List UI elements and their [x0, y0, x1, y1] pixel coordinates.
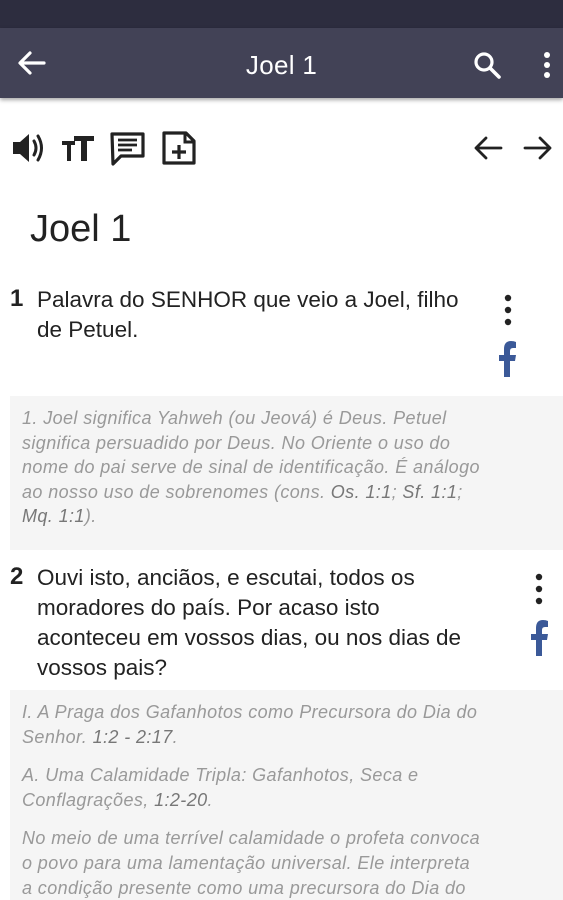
verse-more-icon[interactable]: [532, 572, 546, 606]
previous-chapter-icon[interactable]: [472, 128, 504, 168]
facebook-icon[interactable]: [530, 620, 548, 656]
note-line: Mq. 1:1).: [22, 504, 551, 529]
note-heading: I. A Praga dos Gafanhotos como Precursor…: [22, 700, 551, 749]
note-text: ;: [457, 481, 463, 502]
verse-text: Palavra do SENHOR que veio a Joel, filho…: [37, 285, 458, 345]
note-text: Senhor.: [22, 726, 93, 747]
verse-1[interactable]: 1 Palavra do SENHOR que veio a Joel, fil…: [0, 285, 563, 377]
note-line: significa persuadido por Deus. No Orient…: [22, 432, 451, 453]
note-line: A. Uma Calamidade Tripla: Gafanhotos, Se…: [22, 765, 419, 786]
footnote: 1. Joel significa Yahweh (ou Jeová) é De…: [10, 396, 563, 550]
note-line: ao nosso uso de sobrenomes (cons. Os. 1:…: [22, 480, 551, 505]
cross-reference[interactable]: Os. 1:1: [331, 482, 392, 502]
note-line: o povo para uma lamentação universal. El…: [22, 852, 471, 873]
verse-number: 2: [10, 563, 24, 590]
text-size-icon[interactable]: [60, 128, 96, 168]
volume-icon[interactable]: [10, 128, 46, 168]
note-line: nome do pai serve de sinal de identifica…: [22, 457, 480, 478]
verse-text: Ouvi isto, anciãos, e escutai, todos os …: [37, 563, 461, 683]
note-line: I. A Praga dos Gafanhotos como Precursor…: [22, 702, 478, 722]
cross-reference[interactable]: Mq. 1:1: [22, 506, 85, 526]
more-options-icon[interactable]: [536, 50, 558, 80]
verse-line: de Petuel.: [37, 317, 139, 342]
note-heading: A. Uma Calamidade Tripla: Gafanhotos, Se…: [22, 763, 551, 812]
cross-reference[interactable]: 1:2 - 2:17: [93, 727, 173, 747]
chapter-title: Joel 1: [30, 208, 132, 250]
note-text: ao nosso uso de sobrenomes (cons.: [22, 481, 331, 502]
verse-2[interactable]: 2 Ouvi isto, anciãos, e escutai, todos o…: [0, 563, 563, 685]
footnote: I. A Praga dos Gafanhotos como Precursor…: [10, 690, 563, 900]
note-body: No meio de uma terrível calamidade o pro…: [22, 826, 551, 900]
note-line: No meio de uma terrível calamidade o pro…: [22, 828, 481, 849]
app-bar: Joel 1: [0, 28, 563, 98]
status-bar: [0, 0, 563, 28]
note-text: Conflagrações,: [22, 789, 155, 810]
note-text: .: [207, 789, 213, 810]
cross-reference[interactable]: 1:2-20: [154, 790, 207, 810]
note-text: .: [172, 726, 179, 747]
verse-line: vossos pais?: [37, 655, 168, 680]
note-line: 1. Joel significa Yahweh (ou Jeová) é De…: [22, 408, 447, 428]
verse-line: Palavra do SENHOR que veio a Joel, filho: [37, 287, 459, 312]
verse-number: 1: [10, 285, 24, 312]
verse-line: moradores do país. Por acaso isto: [37, 595, 380, 620]
cross-reference[interactable]: Sf. 1:1: [402, 482, 457, 502]
comment-icon[interactable]: [108, 128, 148, 168]
note-text: ;: [391, 481, 403, 502]
facebook-icon[interactable]: [498, 341, 516, 377]
verse-line: Ouvi isto, anciãos, e escutai, todos os: [37, 565, 415, 590]
reader-toolbar: [0, 128, 563, 172]
note-line: a condição presente como uma precursora …: [22, 877, 466, 898]
verse-more-icon[interactable]: [501, 293, 515, 327]
verse-line: aconteceu em vossos dias, ou nos dias de: [37, 625, 462, 650]
next-chapter-icon[interactable]: [522, 128, 554, 168]
search-icon[interactable]: [472, 50, 504, 82]
note-text: ).: [84, 506, 97, 527]
add-note-icon[interactable]: [160, 128, 198, 168]
